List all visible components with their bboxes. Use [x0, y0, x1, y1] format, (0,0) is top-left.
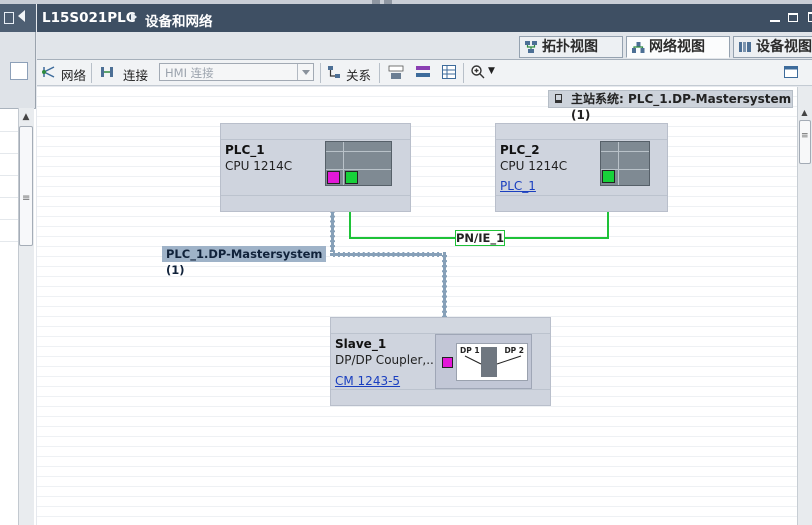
panel-toggle-icon[interactable] [783, 64, 799, 80]
canvas-scrollbar-thumb[interactable]: ≡ [799, 120, 811, 164]
network-overview-icon[interactable] [415, 64, 431, 80]
connection-icon[interactable] [99, 64, 115, 80]
profinet-subnet-label[interactable]: PN/IE_1 [455, 230, 505, 246]
list-item[interactable] [0, 153, 18, 154]
device-header [496, 124, 667, 140]
editor-title-bar: L15S021PLC 设备和网络 [37, 4, 812, 32]
device-view-icon [739, 42, 751, 52]
toolbar-separator [91, 63, 92, 83]
list-item[interactable] [0, 241, 18, 242]
network-view-icon [632, 42, 645, 53]
device-plc-2[interactable]: PLC_2 CPU 1214C PLC_1 [495, 123, 668, 212]
window-icon [4, 12, 14, 24]
zoom-icon[interactable] [470, 64, 486, 80]
network-mode-icon[interactable] [41, 64, 57, 80]
tab-network-view[interactable]: 网络视图 [626, 36, 730, 58]
device-footer [331, 389, 550, 405]
name-tag-icon[interactable] [388, 64, 404, 80]
dp-interface-port[interactable] [327, 171, 340, 184]
profibus-dp-cable[interactable] [330, 252, 447, 257]
minimize-icon[interactable] [770, 20, 780, 22]
profinet-port[interactable] [345, 171, 358, 184]
scroll-up-icon[interactable]: ▲ [797, 108, 812, 120]
tab-label: 设备视图 [756, 39, 812, 55]
module-line [601, 151, 649, 152]
device-name: PLC_1 [225, 143, 265, 157]
device-type: CPU 1214C [500, 159, 568, 173]
dp-dp-coupler-module[interactable]: DP 1 DP 2 [435, 334, 532, 389]
section-title: 设备和网络 [145, 14, 213, 30]
left-toolbar-button[interactable] [10, 62, 28, 80]
hmi-connection-select[interactable]: HMI 连接 [159, 63, 314, 81]
grip-icon: ≡ [22, 193, 31, 204]
view-tab-bar: 拓扑视图 网络视图 设备视图 [37, 32, 812, 60]
profinet-port[interactable] [602, 170, 615, 183]
pin-icon[interactable] [555, 94, 562, 103]
device-name: Slave_1 [335, 337, 387, 351]
device-master-link[interactable]: CM 1243-5 [335, 374, 400, 388]
relation-icon[interactable] [326, 64, 342, 80]
tab-label: 拓扑视图 [542, 39, 598, 55]
list-item[interactable] [0, 219, 18, 220]
maximize-icon[interactable] [808, 12, 812, 22]
module-line [618, 142, 619, 185]
topology-view-icon [525, 41, 537, 53]
toolbar-separator [320, 63, 321, 83]
list-item[interactable] [0, 197, 18, 198]
device-header [221, 124, 410, 140]
device-name: PLC_2 [500, 143, 540, 157]
tab-topology-view[interactable]: 拓扑视图 [519, 36, 623, 58]
scroll-up-icon[interactable]: ▲ [18, 110, 34, 124]
coupler-graphic: DP 1 DP 2 [456, 343, 528, 381]
left-scrollbar-thumb[interactable]: ≡ [19, 126, 33, 246]
dp-mastersystem-label[interactable]: PLC_1.DP-Mastersystem (1) [162, 246, 326, 277]
toolbar-separator [463, 63, 464, 83]
device-plc-1[interactable]: PLC_1 CPU 1214C [220, 123, 411, 212]
tab-device-view[interactable]: 设备视图 [733, 36, 812, 58]
network-toolbar: 网络 连接 HMI 连接 关系 ▼ [37, 60, 812, 86]
relation-button[interactable]: 关系 [346, 65, 371, 84]
coupler-lines-icon [464, 355, 522, 365]
tab-label: 网络视图 [649, 39, 705, 55]
list-item[interactable] [0, 175, 18, 176]
device-footer [221, 195, 410, 211]
list-item[interactable] [0, 131, 18, 132]
network-view-canvas[interactable] [37, 87, 797, 525]
dp-interface-port[interactable] [442, 357, 453, 368]
breadcrumb-arrow-icon [131, 12, 137, 22]
device-type: CPU 1214C [225, 159, 293, 173]
table-view-icon[interactable] [441, 64, 457, 80]
module-line [343, 142, 344, 185]
module-line [326, 151, 391, 152]
chevron-down-icon[interactable] [297, 64, 313, 80]
project-name[interactable]: L15S021PLC [42, 10, 136, 26]
collapse-left-icon[interactable] [18, 10, 25, 22]
network-mode-button[interactable]: 网络 [61, 65, 86, 84]
grip-icon: ≡ [801, 131, 809, 141]
device-header [331, 318, 550, 334]
device-footer [496, 195, 667, 211]
master-system-prefix: 主站系统: [571, 92, 624, 106]
connection-mode-button[interactable]: 连接 [123, 65, 148, 84]
restore-icon[interactable] [788, 13, 798, 22]
zoom-dropdown-icon[interactable]: ▼ [488, 66, 495, 76]
device-type: DP/DP Coupler,... [335, 353, 438, 367]
hmi-connection-value: HMI 连接 [165, 66, 214, 80]
master-system-banner: 主站系统: PLC_1.DP-Mastersystem (1) [548, 90, 793, 122]
toolbar-separator [379, 63, 380, 83]
module-line [326, 169, 391, 170]
device-master-link[interactable]: PLC_1 [500, 179, 536, 193]
